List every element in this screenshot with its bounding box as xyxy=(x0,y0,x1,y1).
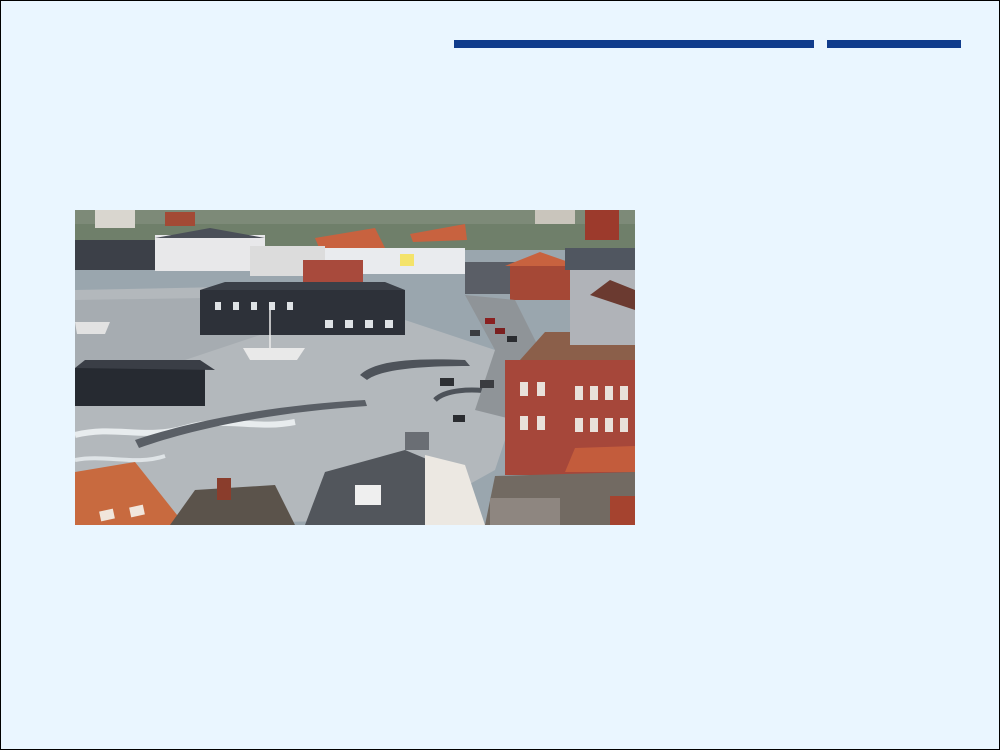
roof xyxy=(200,282,405,290)
flood-photo xyxy=(75,210,635,525)
header-accent-bar-long xyxy=(454,40,814,48)
header-accent-bar-short xyxy=(827,40,961,48)
white-house xyxy=(155,235,265,271)
boat xyxy=(75,322,110,334)
red-building xyxy=(303,260,363,284)
red-roof xyxy=(565,446,635,472)
dark-house xyxy=(565,248,635,270)
dormer-window xyxy=(355,485,381,505)
building xyxy=(95,210,135,228)
boathouse xyxy=(75,368,205,406)
red-building xyxy=(510,266,575,300)
brick-chimney xyxy=(610,496,635,525)
sailboat xyxy=(243,348,305,360)
chimney xyxy=(217,478,231,500)
building xyxy=(535,210,575,224)
wall xyxy=(490,498,560,525)
black-warehouse xyxy=(200,290,405,335)
sign xyxy=(400,254,414,266)
photo-icon xyxy=(75,210,635,525)
building xyxy=(585,210,619,240)
grey-building xyxy=(570,270,635,345)
building xyxy=(165,212,195,226)
roof-vent xyxy=(405,432,429,450)
slide-canvas xyxy=(0,0,1000,750)
